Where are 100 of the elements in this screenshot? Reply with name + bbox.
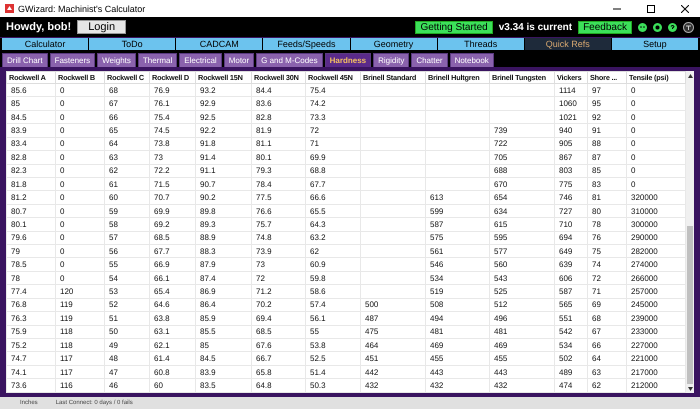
getting-started-button[interactable]: Getting Started [415,20,493,34]
table-cell: 67 [109,99,118,108]
table-cell: 75.7 [256,220,272,229]
sub-tab[interactable]: Hardness [324,53,372,67]
table-cell: 59 [109,206,118,216]
table-cell: 290000 [631,233,658,242]
table-cell: 83.4 [11,139,27,148]
table-cell: 565 [559,300,572,310]
table-cell: 63.8 [154,314,170,323]
table-cell: 0 [60,233,64,242]
sub-tab[interactable]: Motor [224,53,254,67]
table-cell: 76.6 [256,206,272,216]
table-cell: 80 [592,206,601,216]
table-cell: 76 [592,233,601,242]
table-cell: 79 [11,246,20,256]
scrollbar[interactable] [686,71,694,393]
help-icon[interactable] [668,22,677,32]
main-tab[interactable]: Feeds/Speeds [263,38,350,50]
table-cell: 75.2 [11,340,27,350]
sub-tab[interactable]: Fasteners [50,53,96,67]
table-cell: 72 [592,274,601,283]
table-cell: 66.7 [256,354,272,364]
table-cell: 119 [60,300,73,310]
record-icon[interactable] [653,22,662,32]
table-cell: 118 [60,340,73,350]
table-cell: 489 [559,368,572,377]
table-cell: 0 [631,166,636,176]
table-cell: 51.4 [310,368,326,377]
main-tab[interactable]: Calculator [2,38,88,50]
table-cell: 76.3 [11,314,27,323]
table-cell: 85.9 [200,314,216,323]
main-tab[interactable]: CADCAM [176,38,262,50]
main-tab[interactable]: Geometry [350,38,437,50]
table-cell: 72 [256,274,265,283]
login-button[interactable]: Login [77,20,126,34]
table-cell: 65.8 [256,368,272,377]
table-cell: 57 [109,233,118,242]
table-cell: 75.4 [310,86,326,95]
table-cell: 74.8 [256,233,272,242]
table-cell: 91.8 [200,139,216,148]
table-cell: 670 [494,180,508,189]
table-cell: 0 [60,274,64,283]
table-cell: 73.8 [154,139,170,148]
table-cell: 455 [494,354,508,364]
table-cell: 221000 [631,354,658,364]
table-cell: 69.4 [256,314,272,323]
table-cell: 0 [631,139,636,148]
table-cell: 239000 [631,314,658,323]
table-cell: 62 [592,381,601,390]
sub-tab[interactable]: Electrical [179,53,222,67]
sub-tab[interactable]: Notebook [450,53,494,67]
main-tab[interactable]: Threads [438,38,524,50]
table-cell: 67.7 [310,180,326,189]
scroll-up-icon[interactable] [688,74,692,78]
table-cell: 543 [494,274,508,283]
table-cell: 65.5 [310,206,326,216]
table-cell: 0 [60,112,64,122]
table-cell: 81 [592,193,601,202]
main-tab[interactable]: Setup [612,38,698,50]
smiley-icon[interactable] [638,22,647,32]
table-cell: 233000 [631,327,658,336]
table-cell: 82.8 [11,152,27,162]
table-cell: 67.6 [256,340,272,350]
table-cell: 92.5 [200,112,216,122]
table-cell: 212000 [631,381,658,390]
sub-tab[interactable]: Drill Chart [2,53,48,67]
table-cell: 481 [494,327,508,336]
sub-tab[interactable]: G and M-Codes [256,53,323,67]
main-tab[interactable]: Quick Refs [524,38,611,50]
table-cell: 60.9 [310,260,326,270]
table-cell: 587 [430,220,444,229]
table-cell: 62 [310,246,319,256]
sub-tab[interactable]: Chatter [411,53,448,67]
sub-tab[interactable]: Thermal [138,53,178,67]
table-cell: 72.2 [154,166,170,176]
table-cell: 905 [559,139,572,148]
feedback-button[interactable]: Feedback [578,20,632,34]
table-cell: 74.2 [310,99,326,108]
table-cell: 47 [109,368,118,377]
sub-tab[interactable]: Weights [97,53,136,67]
table-cell: 69 [592,300,601,310]
main-tab[interactable]: ToDo [89,38,176,50]
table-cell: 78.5 [11,260,27,270]
table-cell: 803 [559,166,572,176]
table-cell: 575 [430,233,444,242]
table-cell: 58.6 [310,287,326,296]
table-cell: 46 [109,381,118,390]
table-cell: 0 [631,152,636,162]
table-cell: 69.9 [154,206,170,216]
scroll-thumb[interactable] [687,226,693,384]
table-cell: 67.7 [154,246,170,256]
sub-tab[interactable]: Rigidity [373,53,410,67]
table-cell: 77.4 [11,287,27,296]
table-cell: 69.2 [154,220,170,229]
table-cell: 70.2 [256,300,272,310]
table-cell: 87 [592,152,601,162]
table-cell: 266000 [631,274,658,283]
scroll-down-icon[interactable] [688,386,692,390]
table-cell: 52 [109,300,118,310]
table-cell: 310000 [631,206,658,216]
